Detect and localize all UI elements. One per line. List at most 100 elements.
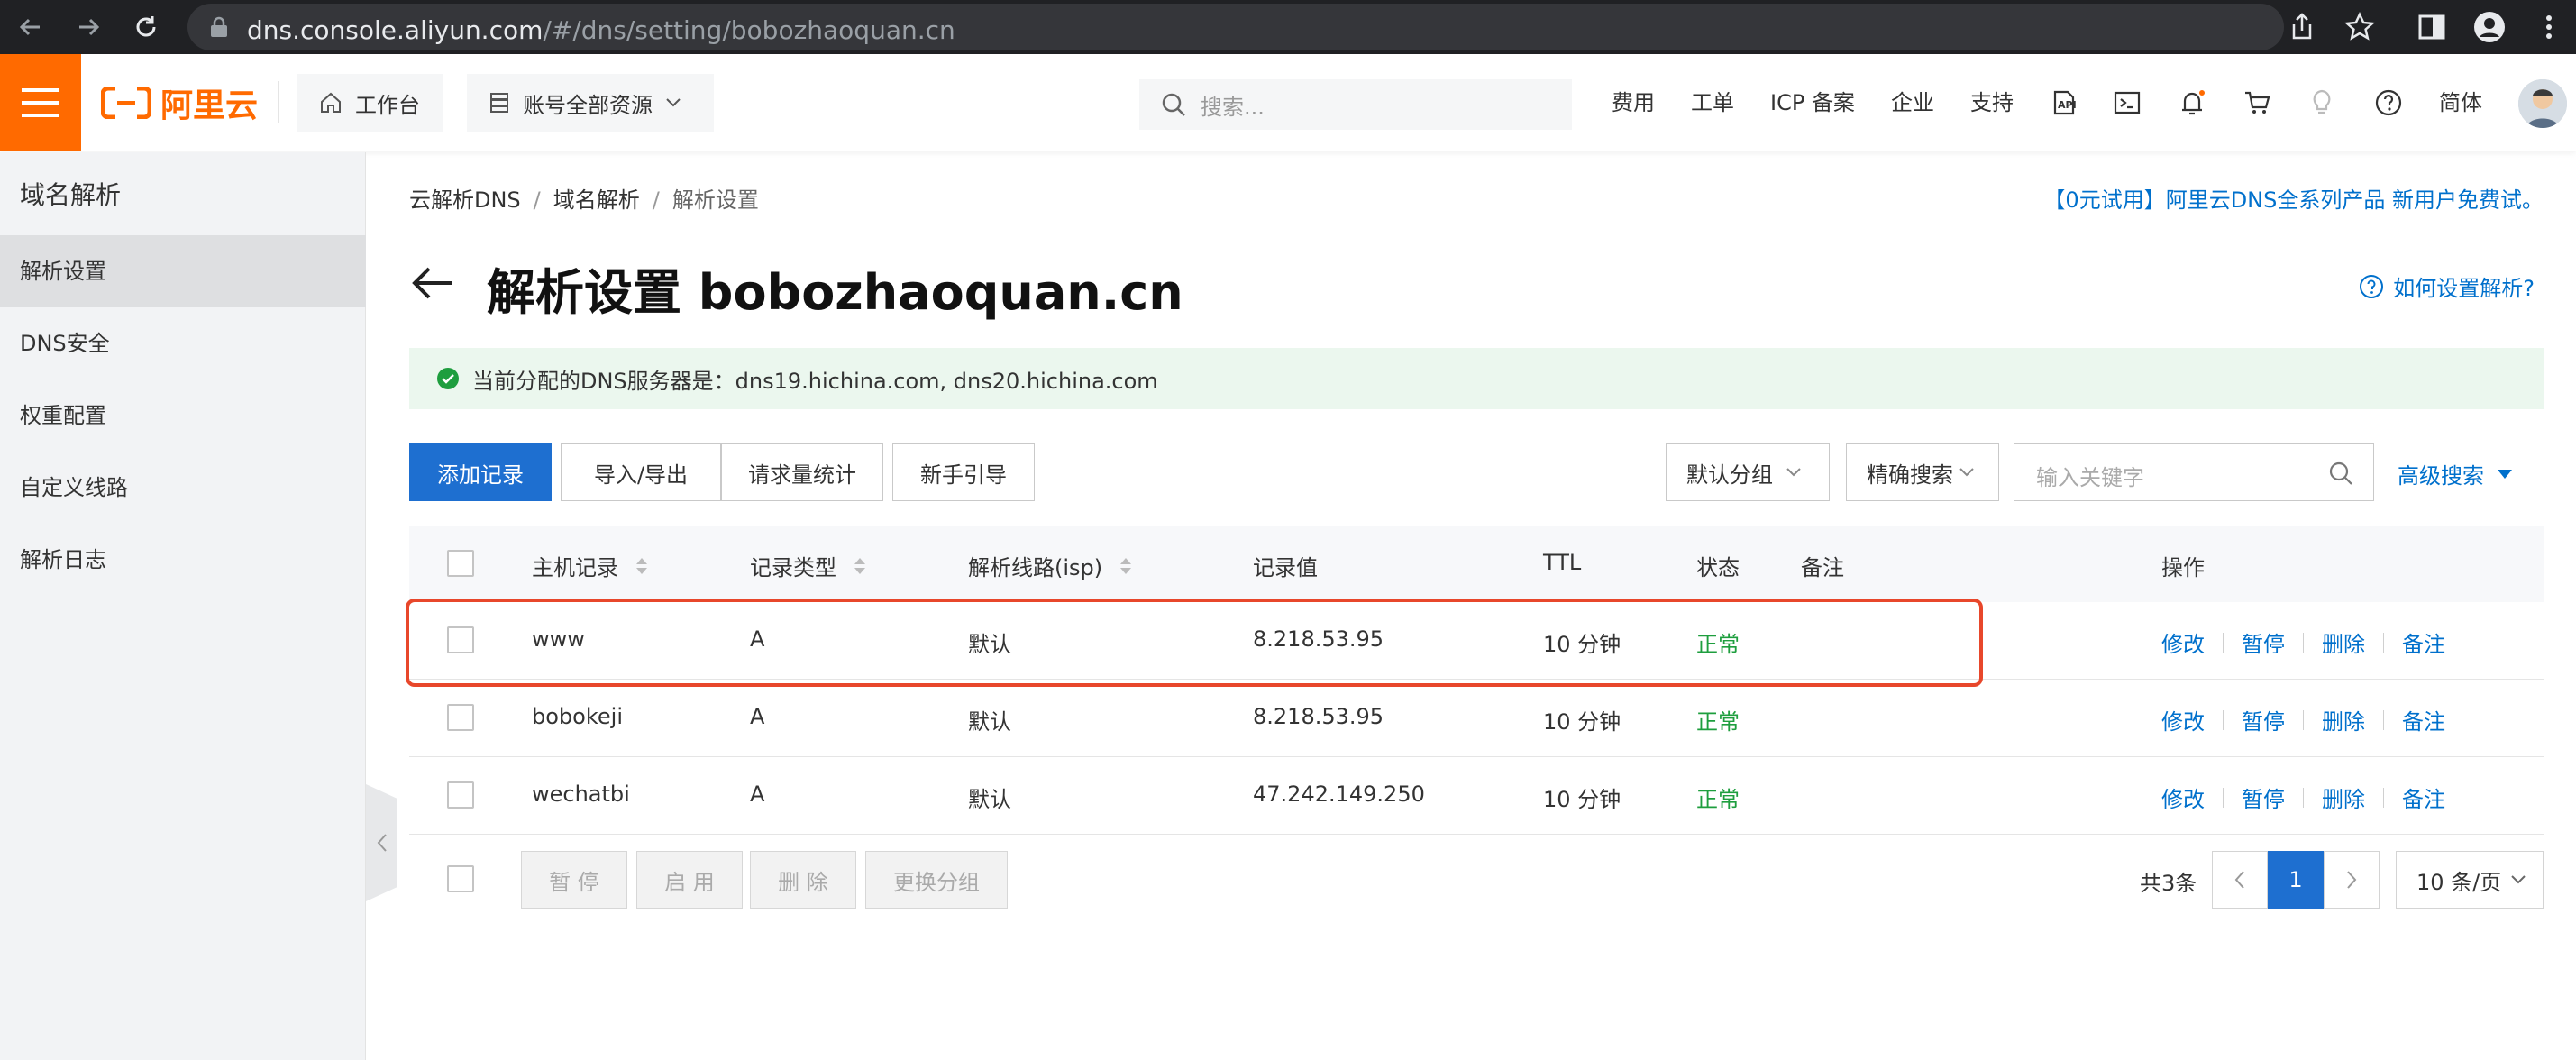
- total-count: 共3条: [2140, 871, 2197, 896]
- batch-pause-button[interactable]: 暂 停: [521, 851, 627, 909]
- resource-selector[interactable]: 账号全部资源: [467, 74, 714, 132]
- row-checkbox[interactable]: [447, 704, 474, 731]
- import-export-button[interactable]: 导入/导出: [561, 443, 721, 501]
- pause-link[interactable]: 暂停: [2242, 704, 2285, 736]
- link-billing[interactable]: 费用: [1612, 88, 1655, 117]
- cell-ttl: 10 分钟: [1543, 709, 1621, 735]
- request-stats-button[interactable]: 请求量统计: [721, 443, 883, 501]
- column-header-status: 状态: [1696, 555, 1740, 580]
- sort-icon[interactable]: [853, 555, 867, 577]
- breadcrumb-current: 解析设置: [671, 187, 759, 213]
- cell-status: 正常: [1696, 709, 1740, 735]
- row-actions: 修改 暂停 删除 备注: [2161, 781, 2445, 813]
- address-bar[interactable]: dns.console.aliyun.com/#/dns/setting/bob…: [187, 4, 2284, 50]
- bell-icon[interactable]: [2178, 88, 2206, 117]
- alert-text: 当前分配的DNS服务器是：dns19.hichina.com, dns20.hi…: [472, 368, 1158, 394]
- pause-link[interactable]: 暂停: [2242, 626, 2285, 658]
- pause-link[interactable]: 暂停: [2242, 781, 2285, 813]
- sidebar-item-custom-lines[interactable]: 自定义线路: [0, 452, 366, 524]
- sidebar-item-dns-settings[interactable]: 解析设置: [0, 235, 366, 307]
- forward-icon[interactable]: [72, 11, 105, 43]
- back-icon[interactable]: [14, 11, 47, 43]
- advanced-search-toggle[interactable]: 高级搜索: [2398, 458, 2513, 489]
- cell-host: bobokeji: [532, 704, 623, 729]
- reload-icon[interactable]: [130, 11, 162, 43]
- breadcrumb-domain[interactable]: 域名解析: [553, 187, 640, 213]
- select-all-checkbox[interactable]: [447, 550, 474, 577]
- chevron-right-icon: [2345, 870, 2358, 890]
- cell-host: wechatbi: [532, 781, 630, 807]
- delete-link[interactable]: 删除: [2322, 626, 2365, 658]
- edit-link[interactable]: 修改: [2161, 626, 2205, 658]
- bookmark-star-icon[interactable]: [2343, 11, 2376, 43]
- table-row: bobokeji A 默认 8.218.53.95 10 分钟 正常 修改 暂停…: [409, 680, 2544, 757]
- delete-link[interactable]: 删除: [2322, 704, 2365, 736]
- column-header-type[interactable]: 记录类型: [750, 550, 867, 581]
- help-icon[interactable]: [2374, 88, 2403, 117]
- link-tickets[interactable]: 工单: [1691, 88, 1734, 117]
- column-header-host[interactable]: 主机记录: [532, 550, 649, 581]
- avatar[interactable]: [2518, 79, 2567, 128]
- sort-icon[interactable]: [1119, 555, 1133, 577]
- page-size-select[interactable]: 10 条/页: [2396, 851, 2544, 909]
- global-search-input[interactable]: 搜索...: [1139, 79, 1572, 130]
- lightbulb-icon[interactable]: [2307, 88, 2336, 117]
- link-icp[interactable]: ICP 备案: [1770, 88, 1855, 117]
- link-support[interactable]: 支持: [1970, 88, 2014, 117]
- aliyun-logo[interactable]: 阿里云: [101, 81, 258, 124]
- beginner-guide-button[interactable]: 新手引导: [892, 443, 1035, 501]
- delete-link[interactable]: 删除: [2322, 781, 2365, 813]
- terminal-icon[interactable]: [2113, 88, 2142, 117]
- cart-icon[interactable]: [2243, 88, 2271, 117]
- chevron-down-icon: [2510, 874, 2526, 885]
- search-mode-select[interactable]: 精确搜索: [1846, 443, 1999, 501]
- prev-page-button[interactable]: [2212, 851, 2268, 909]
- edit-link[interactable]: 修改: [2161, 781, 2205, 813]
- remark-link[interactable]: 备注: [2402, 626, 2445, 658]
- how-to-resolve-link[interactable]: 如何设置解析?: [2359, 270, 2535, 302]
- workbench-button[interactable]: 工作台: [297, 74, 443, 132]
- sidebar-item-dns-security[interactable]: DNS安全: [0, 307, 366, 379]
- sidebar-item-weight-config[interactable]: 权重配置: [0, 379, 366, 452]
- cell-status: 正常: [1696, 787, 1740, 812]
- row-checkbox[interactable]: [447, 781, 474, 809]
- batch-select-checkbox[interactable]: [447, 865, 474, 892]
- batch-enable-button[interactable]: 启 用: [636, 851, 743, 909]
- highlight-annotation-box: [406, 599, 1983, 687]
- edit-link[interactable]: 修改: [2161, 704, 2205, 736]
- sidebar-collapse-handle[interactable]: [366, 784, 397, 901]
- search-mode-value: 精确搜索: [1867, 461, 1953, 488]
- resources-label: 账号全部资源: [523, 92, 653, 118]
- cell-type: A: [750, 704, 765, 729]
- breadcrumb-dns[interactable]: 云解析DNS: [409, 187, 521, 213]
- back-arrow-icon[interactable]: [409, 260, 456, 306]
- add-record-button[interactable]: 添加记录: [409, 443, 552, 501]
- breadcrumb: 云解析DNS / 域名解析 / 解析设置: [409, 187, 759, 213]
- column-header-value: 记录值: [1253, 555, 1318, 580]
- remark-link[interactable]: 备注: [2402, 704, 2445, 736]
- change-group-button[interactable]: 更换分组: [865, 851, 1008, 909]
- caret-down-icon: [2497, 469, 2513, 480]
- next-page-button[interactable]: [2324, 851, 2380, 909]
- remark-link[interactable]: 备注: [2402, 781, 2445, 813]
- keyword-input[interactable]: 输入关键字: [2014, 443, 2374, 501]
- search-icon[interactable]: [2328, 461, 2353, 486]
- batch-delete-button[interactable]: 删 除: [750, 851, 856, 909]
- group-select[interactable]: 默认分组: [1666, 443, 1830, 501]
- profile-icon[interactable]: [2473, 11, 2506, 43]
- help-text: 如何设置解析?: [2393, 276, 2535, 301]
- chevron-down-icon: [1786, 467, 1802, 478]
- more-menu-icon[interactable]: [2533, 11, 2565, 43]
- sort-icon[interactable]: [635, 555, 649, 577]
- sidebar-toggle-icon[interactable]: [2416, 11, 2448, 43]
- page-number-button[interactable]: 1: [2268, 851, 2324, 909]
- column-header-remark: 备注: [1801, 555, 1844, 580]
- column-header-line[interactable]: 解析线路(isp): [968, 550, 1133, 581]
- language-switch[interactable]: 简体: [2439, 88, 2482, 117]
- menu-button[interactable]: [0, 54, 81, 151]
- sidebar-item-dns-logs[interactable]: 解析日志: [0, 524, 366, 596]
- promo-link[interactable]: 【0元试用】阿里云DNS全系列产品 新用户免费试。: [2043, 182, 2544, 214]
- share-icon[interactable]: [2286, 11, 2318, 43]
- link-enterprise[interactable]: 企业: [1891, 88, 1934, 117]
- api-icon[interactable]: API: [2050, 88, 2078, 117]
